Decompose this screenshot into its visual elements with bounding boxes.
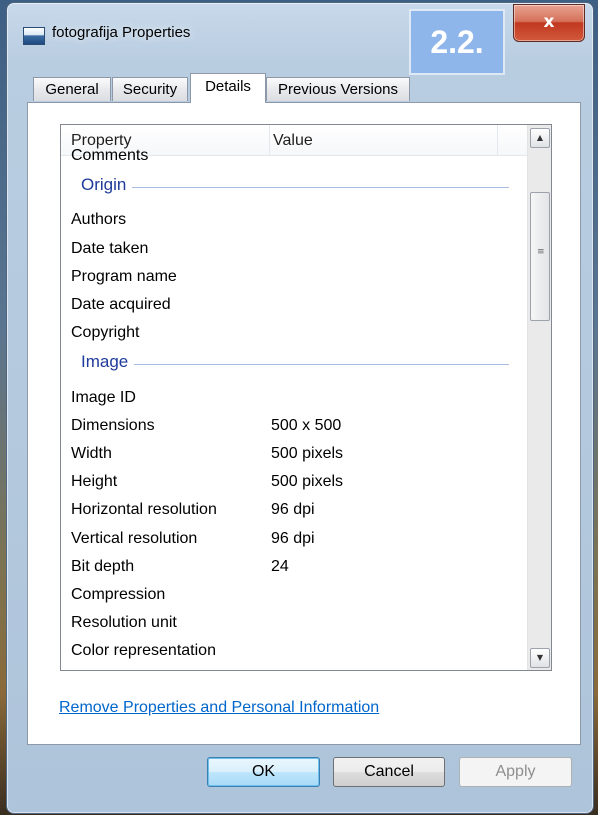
property-name: Bit depth [71,558,135,575]
scroll-down-arrow-icon[interactable]: ▼ [530,648,550,668]
property-name: Program name [71,268,177,285]
property-row[interactable]: Resolution unit [61,611,527,639]
property-row[interactable]: Height 500 pixels [61,470,527,498]
property-name: Copyright [71,324,140,341]
property-value: 96 dpi [271,530,315,547]
group-label: Image [81,352,135,372]
property-row[interactable]: Authors [61,208,527,236]
tab-previous-versions[interactable]: Previous Versions [266,77,410,101]
property-name: Image ID [71,389,136,406]
cancel-button[interactable]: Cancel [333,757,445,787]
title-bar[interactable]: fotografija Properties x [7,3,593,63]
group-divider [81,187,509,188]
group-label: Origin [81,175,133,195]
vertical-scrollbar[interactable]: ▲ ≡ ▼ [527,125,551,670]
group-header[interactable]: Origin [61,172,527,200]
property-name: Color representation [71,642,216,659]
ok-button[interactable]: OK [207,757,320,787]
tab-general[interactable]: General [33,77,111,101]
property-name: Authors [71,211,127,228]
property-name: Width [71,445,112,462]
property-row[interactable]: Bit depth 24 [61,555,527,583]
group-header[interactable]: Image [61,349,527,377]
property-name: Dimensions [71,417,155,434]
remove-properties-link[interactable]: Remove Properties and Personal Informati… [59,699,379,717]
property-name: Height [71,473,118,490]
window-title: fotografija Properties [52,24,191,41]
details-panel: Property Value Comments Origin Authors Date… [27,102,581,745]
property-row[interactable]: Program name [61,265,527,293]
scroll-up-arrow-icon[interactable]: ▲ [530,128,550,148]
property-name: Compression [71,586,166,603]
property-name: Date acquired [71,296,171,313]
property-value: 500 pixels [271,445,344,462]
property-value: 24 [271,558,289,575]
property-name: Horizontal resolution [71,501,217,518]
property-name: Comments [71,147,149,164]
property-row[interactable]: Horizontal resolution 96 dpi [61,498,527,526]
property-name: Vertical resolution [71,530,198,547]
property-row[interactable]: Date acquired [61,293,527,321]
apply-button[interactable]: Apply [459,757,572,787]
property-row[interactable]: Image ID [61,386,527,414]
property-value: 96 dpi [271,501,315,518]
property-name: Date taken [71,240,149,257]
step-badge: 2.2. [409,9,505,75]
property-name: Resolution unit [71,614,177,631]
picture-file-icon [23,27,45,45]
tab-details[interactable]: Details [190,73,266,103]
property-value: 500 x 500 [271,417,342,434]
property-row[interactable]: Comments [61,144,527,172]
property-row[interactable]: Date taken [61,237,527,265]
property-row[interactable]: Compression [61,583,527,611]
property-row[interactable]: Vertical resolution 96 dpi [61,527,527,555]
property-row[interactable]: Dimensions 500 x 500 [61,414,527,442]
close-button[interactable]: x [513,4,585,42]
property-list[interactable]: Property Value Comments Origin Authors Date… [60,124,552,671]
property-row[interactable]: Color representation [61,639,527,667]
properties-window: fotografija Properties x 2.2. General Se… [6,2,594,814]
property-value: 500 pixels [271,473,344,490]
tab-security[interactable]: Security [112,77,188,101]
grip-icon: ≡ [537,247,545,257]
scroll-thumb[interactable]: ≡ [530,192,550,321]
property-row[interactable]: Width 500 pixels [61,442,527,470]
group-divider [81,364,509,365]
property-row[interactable]: Copyright [61,321,527,349]
